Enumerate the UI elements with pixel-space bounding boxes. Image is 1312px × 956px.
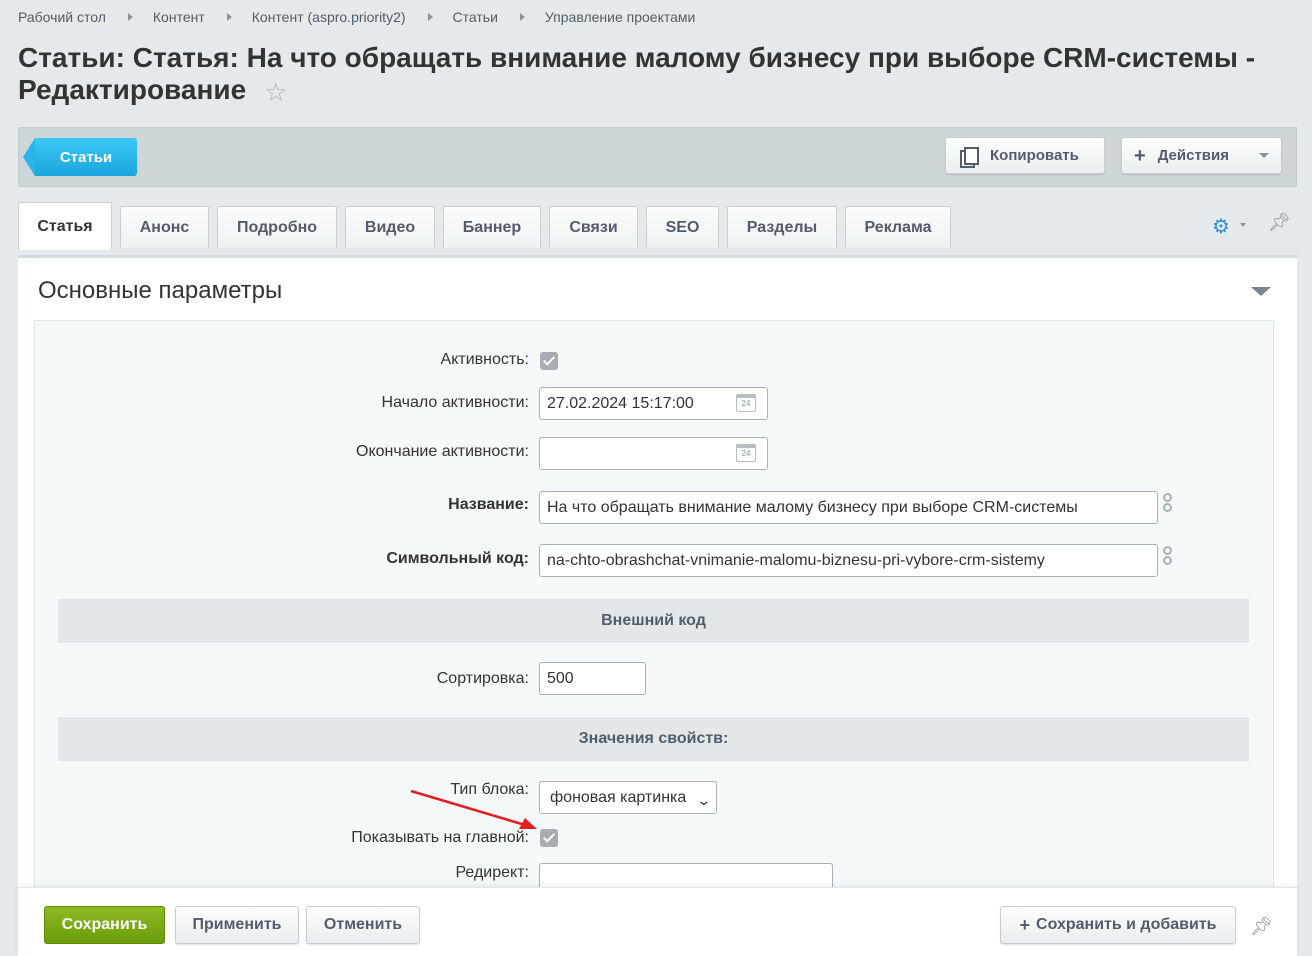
- active-checkbox[interactable]: [540, 352, 558, 370]
- breadcrumb-separator-icon: [427, 13, 433, 21]
- tab-article[interactable]: Статья: [18, 202, 112, 250]
- tab-sections[interactable]: Разделы: [727, 206, 837, 248]
- copy-button[interactable]: Копировать: [945, 137, 1105, 174]
- name-label: Название:: [448, 496, 529, 513]
- actions-button[interactable]: + Действия: [1121, 137, 1282, 174]
- redirect-label: Редирект:: [455, 864, 529, 881]
- tab-details[interactable]: Подробно: [217, 206, 337, 248]
- breadcrumb-separator-icon: [519, 13, 525, 21]
- link-icon[interactable]: [1160, 493, 1174, 521]
- back-to-articles-button[interactable]: Статьи: [23, 138, 137, 176]
- tab-links[interactable]: Связи: [549, 206, 638, 248]
- page-title: Статьи: Статья: На что обращать внимание…: [18, 42, 1288, 108]
- breadcrumb: Рабочий стол Контент Контент (aspro.prio…: [18, 9, 695, 25]
- star-icon[interactable]: ☆: [264, 76, 287, 108]
- cancel-button[interactable]: Отменить: [306, 906, 420, 944]
- actions-button-label: Действия: [1157, 147, 1230, 164]
- active-label: Активность:: [440, 351, 529, 368]
- tab-video[interactable]: Видео: [345, 206, 435, 248]
- collapse-icon[interactable]: [1251, 287, 1271, 296]
- copy-button-label: Копировать: [990, 147, 1079, 164]
- link-icon[interactable]: [1160, 546, 1174, 574]
- copy-icon: [960, 146, 979, 168]
- save-and-add-button[interactable]: + Сохранить и добавить: [1000, 906, 1236, 944]
- toolbar: Статьи Копировать + Действия: [18, 127, 1297, 187]
- tab-advertising[interactable]: Реклама: [845, 206, 951, 248]
- pin-icon[interactable]: 📌︎: [1268, 212, 1291, 233]
- start-date-value: 27.02.2024 15:17:00: [547, 394, 694, 412]
- plus-icon: +: [1134, 144, 1146, 167]
- save-and-add-label: Сохранить и добавить: [1036, 916, 1217, 933]
- save-button[interactable]: Сохранить: [44, 906, 165, 944]
- chevron-down-icon[interactable]: [1240, 223, 1246, 227]
- tab-announcement[interactable]: Анонс: [120, 206, 209, 248]
- plus-icon: +: [1019, 915, 1031, 935]
- breadcrumb-separator-icon: [127, 13, 133, 21]
- tab-banner[interactable]: Баннер: [443, 206, 541, 248]
- chevron-down-icon: [1259, 153, 1269, 158]
- footer-bar: Сохранить Применить Отменить + Сохранить…: [18, 887, 1297, 956]
- gear-icon[interactable]: ⚙: [1212, 214, 1230, 239]
- calendar-icon[interactable]: 24: [736, 444, 756, 462]
- name-value: На что обращать внимание малому бизнесу …: [547, 498, 1078, 516]
- back-to-articles-label: Статьи: [59, 148, 113, 166]
- code-input[interactable]: na-chto-obrashchat-vnimanie-malomu-bizne…: [539, 544, 1158, 577]
- calendar-icon[interactable]: 24: [736, 394, 756, 412]
- start-date-input[interactable]: 27.02.2024 15:17:00 24: [539, 387, 768, 420]
- page-title-text: Статьи: Статья: На что обращать внимание…: [18, 42, 1256, 105]
- apply-button[interactable]: Применить: [175, 906, 299, 944]
- section-title: Основные параметры: [38, 277, 283, 304]
- chevron-down-icon: ⌄: [696, 792, 712, 808]
- breadcrumb-item-content-aspro[interactable]: Контент (aspro.priority2): [252, 9, 406, 25]
- block-type-select[interactable]: фоновая картинка ⌄: [539, 781, 717, 814]
- external-code-header: Внешний код: [58, 599, 1249, 643]
- annotation-arrow: [410, 789, 537, 829]
- sort-label: Сортировка:: [436, 670, 529, 687]
- sort-value: 500: [547, 669, 574, 687]
- pin-icon[interactable]: 📌︎: [1250, 916, 1273, 937]
- start-date-label: Начало активности:: [381, 394, 529, 411]
- breadcrumb-item-project-management[interactable]: Управление проектами: [545, 9, 695, 25]
- tab-seo[interactable]: SEO: [646, 206, 719, 248]
- block-type-value: фоновая картинка: [550, 788, 687, 806]
- code-value: na-chto-obrashchat-vnimanie-malomu-bizne…: [547, 551, 1045, 569]
- properties-header: Значения свойств:: [58, 717, 1249, 761]
- breadcrumb-item-content[interactable]: Контент: [153, 9, 205, 25]
- name-input[interactable]: На что обращать внимание малому бизнесу …: [539, 491, 1158, 524]
- breadcrumb-separator-icon: [226, 13, 232, 21]
- breadcrumb-item-desktop[interactable]: Рабочий стол: [18, 9, 106, 25]
- code-label: Символьный код:: [386, 550, 529, 567]
- breadcrumb-item-articles[interactable]: Статьи: [453, 9, 498, 25]
- end-date-label: Окончание активности:: [356, 443, 529, 460]
- end-date-input[interactable]: 24: [539, 437, 768, 470]
- tab-bar: Статья Анонс Подробно Видео Баннер Связи…: [18, 202, 959, 250]
- sort-input[interactable]: 500: [539, 662, 646, 695]
